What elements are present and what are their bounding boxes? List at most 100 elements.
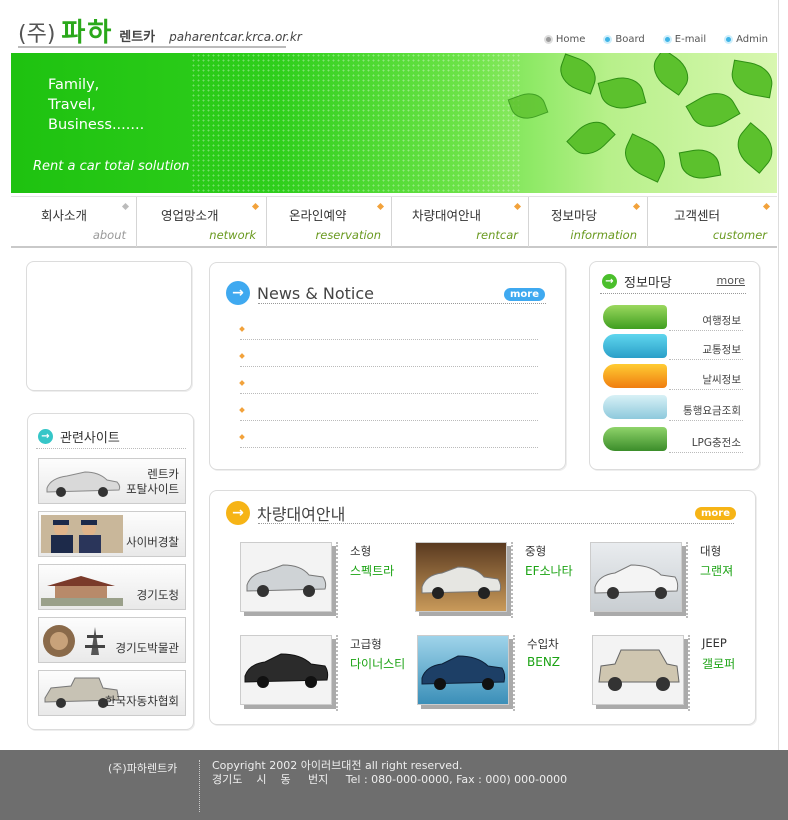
info-lpg[interactable]: LPG충전소 [603, 427, 743, 453]
related-label-line2: 경기도청 [136, 588, 179, 602]
info-label: 통행요금조회 [683, 405, 741, 417]
nav-network-en: network [209, 228, 256, 242]
nav-about[interactable]: 회사소개 about [11, 197, 137, 247]
car-luxury[interactable]: 고급형 다이너스티 [240, 635, 410, 715]
email-link[interactable]: E-mail [662, 34, 707, 45]
car-photo-icon [46, 471, 121, 497]
main-nav: 회사소개 about 영업망소개 network 온라인예약 reservati… [11, 196, 777, 248]
news-item[interactable] [240, 420, 538, 421]
divider [686, 542, 694, 618]
banner-dot-pattern [191, 53, 521, 193]
nav-about-ko: 회사소개 [41, 208, 88, 223]
leaf-icon [728, 122, 777, 174]
info-more-link[interactable]: more [717, 274, 746, 287]
nav-network-ko: 영업망소개 [161, 208, 219, 223]
main-banner: Family, Travel, Business....... Rent a c… [11, 53, 777, 193]
home-link[interactable]: Home [543, 34, 585, 45]
car-model: BENZ [527, 655, 561, 669]
nav-information[interactable]: 정보마당 information [529, 197, 648, 247]
info-travel[interactable]: 여행정보 [603, 305, 743, 331]
site-logo[interactable]: (주) 파하 렌트카 paharentcar.krca.or.kr [18, 12, 302, 49]
news-item[interactable] [240, 339, 538, 340]
arrow-right-icon: → [602, 274, 617, 289]
car-photo [592, 635, 684, 705]
board-link[interactable]: Board [603, 34, 645, 45]
related-rentcar-portal[interactable]: 렌트카 포탈사이트 [38, 458, 186, 504]
site-url: paharentcar.krca.or.kr [169, 30, 302, 44]
related-label: 한국자동차협회 [105, 694, 179, 709]
car-fullsize[interactable]: 대형 그랜져 [590, 542, 760, 622]
car-model: 갤로퍼 [702, 657, 736, 671]
keyboard-icon [603, 395, 667, 419]
related-gyeonggi-gov[interactable]: 경기도청 [38, 564, 186, 610]
diamond-icon [632, 202, 641, 211]
divider [36, 448, 186, 449]
car-jeep[interactable]: JEEP 갤로퍼 [592, 635, 762, 715]
logo-paren: (주) [18, 22, 56, 47]
nav-rentcar[interactable]: 차량대여안내 rentcar [392, 197, 529, 247]
board-link-label: Board [615, 34, 645, 45]
nav-customer[interactable]: 고객센터 customer [648, 197, 777, 247]
related-label-line1: 렌트카 [147, 467, 179, 481]
nav-reservation[interactable]: 온라인예약 reservation [267, 197, 392, 247]
suv-icon [598, 649, 680, 691]
car-model: 스펙트라 [350, 564, 395, 578]
news-header: → News & Notice [226, 281, 374, 305]
sedan-icon [246, 564, 327, 597]
nav-customer-ko: 고객센터 [674, 208, 721, 223]
email-link-label: E-mail [674, 34, 707, 45]
info-traffic[interactable]: 교통정보 [603, 334, 743, 360]
news-panel: → News & Notice more [209, 262, 566, 470]
bullet-icon [603, 35, 613, 44]
car-category: 고급형 [350, 637, 382, 651]
sedan-icon [421, 655, 506, 690]
bullet-icon [239, 434, 245, 440]
news-item[interactable] [240, 366, 538, 367]
info-toll[interactable]: 통행요금조회 [603, 395, 743, 421]
footer-info: Copyright 2002 아이러브대전 all right reserved… [212, 759, 567, 787]
related-cyber-police[interactable]: 사이버경찰 [38, 511, 186, 557]
bullet-icon [239, 407, 245, 413]
car-compact[interactable]: 소형 스펙트라 [240, 542, 410, 622]
car-photo [590, 542, 682, 612]
bullet-icon [662, 35, 672, 44]
leaf-icon [555, 53, 601, 95]
nav-information-ko: 정보마당 [551, 208, 598, 223]
banner-line-3: Business....... [48, 117, 145, 133]
admin-link[interactable]: Admin [724, 34, 768, 45]
related-sites-header: → 관련사이트 [38, 427, 120, 446]
info-weather[interactable]: 날씨정보 [603, 364, 743, 390]
related-sites-title: 관련사이트 [60, 431, 120, 446]
news-more-button[interactable]: more [504, 288, 545, 301]
nav-about-en: about [92, 228, 126, 242]
rental-more-button[interactable]: more [695, 507, 736, 520]
divider [669, 359, 743, 360]
news-item[interactable] [240, 393, 538, 394]
bullet-icon [239, 353, 245, 359]
related-label-line2: 포탈사이트 [126, 482, 179, 496]
info-label: LPG충전소 [691, 437, 741, 449]
rental-panel: → 차량대여안내 more 소형 스펙트라 중형 EF소나타 대형 그랜져 고급… [209, 490, 756, 725]
car-midsize[interactable]: 중형 EF소나타 [415, 542, 585, 622]
related-gyeonggi-museum[interactable]: 경기도박물관 [38, 617, 186, 663]
diamond-icon [376, 202, 385, 211]
divider [336, 635, 344, 711]
arrow-right-icon: → [226, 501, 250, 525]
frame-border [778, 0, 779, 750]
news-item[interactable] [240, 447, 538, 448]
related-korea-auto-assoc[interactable]: 한국자동차협회 [38, 670, 186, 716]
banner-line-2: Travel, [48, 97, 96, 113]
nav-reservation-ko: 온라인예약 [289, 208, 347, 223]
museum-photo-icon [43, 625, 105, 657]
rental-title: 차량대여안내 [257, 505, 346, 524]
banner-tagline: Rent a car total solution [33, 159, 190, 174]
nav-network[interactable]: 영업망소개 network [137, 197, 267, 247]
related-label-line2: 경기도박물관 [115, 641, 179, 655]
info-header: → 정보마당 [602, 272, 672, 291]
travel-icon [603, 305, 667, 329]
bullet-icon [724, 35, 734, 44]
related-label-line2: 한국자동차협회 [104, 694, 179, 708]
road-icon [603, 427, 667, 451]
divider [336, 542, 344, 618]
car-imported[interactable]: 수입차 BENZ [417, 635, 587, 715]
